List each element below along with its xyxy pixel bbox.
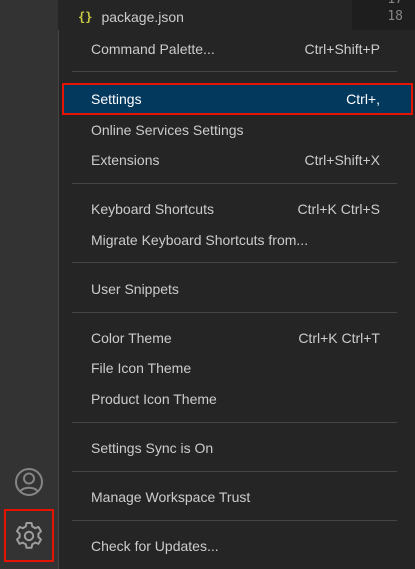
menu-item-label: Settings Sync is On <box>91 440 214 456</box>
menu-item-label: Keyboard Shortcuts <box>91 201 214 217</box>
menu-separator <box>72 262 397 263</box>
editor-tab-label: package.json <box>101 9 184 25</box>
line-number: 17 <box>387 0 403 7</box>
menu-item-label: Product Icon Theme <box>91 391 217 407</box>
manage-context-menu: Command Palette... Ctrl+Shift+P Settings… <box>58 30 415 569</box>
menu-separator <box>72 183 397 184</box>
menu-item-label: Check for Updates... <box>91 538 219 554</box>
menu-item-keybinding: Ctrl+, <box>346 91 380 107</box>
menu-item-keybinding: Ctrl+K Ctrl+T <box>298 330 380 346</box>
menu-item-settings-sync[interactable]: Settings Sync is On <box>64 434 411 462</box>
menu-item-manage-workspace-trust[interactable]: Manage Workspace Trust <box>64 483 411 511</box>
menu-item-keyboard-shortcuts[interactable]: Keyboard Shortcuts Ctrl+K Ctrl+S <box>64 195 411 223</box>
menu-item-label: Extensions <box>91 152 160 168</box>
menu-item-label: Migrate Keyboard Shortcuts from... <box>91 232 309 248</box>
accounts-button[interactable] <box>9 462 49 502</box>
menu-item-label: Color Theme <box>91 330 172 346</box>
menu-item-migrate-keyboard-shortcuts[interactable]: Migrate Keyboard Shortcuts from... <box>64 226 411 254</box>
menu-item-online-services-settings[interactable]: Online Services Settings <box>64 116 411 144</box>
menu-item-label: Command Palette... <box>91 41 215 57</box>
activity-bar <box>0 0 58 569</box>
menu-item-label: Settings <box>91 91 142 107</box>
menu-item-product-icon-theme[interactable]: Product Icon Theme <box>64 385 411 413</box>
menu-item-file-icon-theme[interactable]: File Icon Theme <box>64 354 411 382</box>
menu-item-settings[interactable]: Settings Ctrl+, <box>62 83 413 115</box>
menu-item-check-for-updates[interactable]: Check for Updates... <box>64 532 411 560</box>
line-number: 18 <box>387 9 403 24</box>
menu-item-color-theme[interactable]: Color Theme Ctrl+K Ctrl+T <box>64 324 411 352</box>
editor-tab-package-json[interactable]: {} package.json <box>78 6 184 28</box>
menu-item-keybinding: Ctrl+Shift+X <box>304 152 380 168</box>
menu-item-keybinding: Ctrl+K Ctrl+S <box>297 201 380 217</box>
account-icon <box>15 468 43 496</box>
menu-item-keybinding: Ctrl+Shift+P <box>304 41 380 57</box>
menu-item-label: File Icon Theme <box>91 360 192 376</box>
menu-separator <box>72 471 397 472</box>
menu-item-label: Online Services Settings <box>91 122 244 138</box>
menu-item-user-snippets[interactable]: User Snippets <box>64 275 411 303</box>
menu-item-label: Manage Workspace Trust <box>91 489 251 505</box>
menu-separator <box>72 312 397 313</box>
menu-item-extensions[interactable]: Extensions Ctrl+Shift+X <box>64 146 411 174</box>
json-file-icon: {} <box>78 10 93 24</box>
manage-button[interactable] <box>4 509 54 562</box>
gear-icon <box>16 521 42 549</box>
menu-separator <box>72 422 397 423</box>
menu-item-command-palette[interactable]: Command Palette... Ctrl+Shift+P <box>64 35 411 63</box>
menu-separator <box>72 71 397 72</box>
menu-separator <box>72 520 397 521</box>
menu-item-label: User Snippets <box>91 281 179 297</box>
